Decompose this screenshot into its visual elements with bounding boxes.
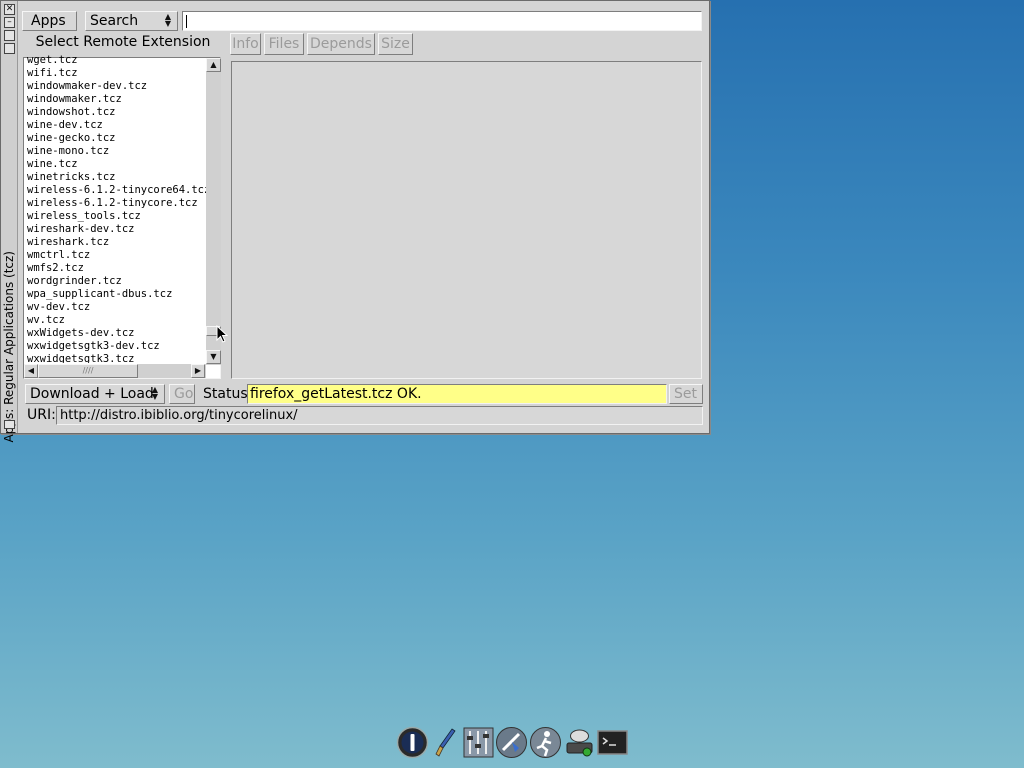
maximize-icon[interactable] <box>4 30 15 41</box>
vertical-scrollbar[interactable]: ▲ ▼ <box>206 58 221 365</box>
list-item[interactable]: wine-dev.tcz <box>26 119 206 132</box>
list-item[interactable]: wxWidgets-dev.tcz <box>26 327 206 340</box>
shade-icon[interactable] <box>4 43 15 54</box>
text-caret <box>186 15 187 28</box>
list-item[interactable]: wv-dev.tcz <box>26 301 206 314</box>
dock <box>394 726 634 762</box>
power-icon[interactable] <box>396 726 429 759</box>
extension-list[interactable]: wget.tcz wifi.tcz windowmaker-dev.tcz windo… <box>23 54 221 379</box>
list-item[interactable]: wxwidgetsgtk3-dev.tcz <box>26 340 206 353</box>
extension-list-items: wget.tcz wifi.tcz windowmaker-dev.tcz windo… <box>26 54 206 363</box>
horizontal-scrollbar[interactable]: ◀ //// ▶ <box>24 364 206 378</box>
list-item[interactable]: wordgrinder.tcz <box>26 275 206 288</box>
list-item[interactable]: windowmaker-dev.tcz <box>26 80 206 93</box>
tab-files[interactable]: Files <box>264 33 304 55</box>
list-item[interactable]: wine.tcz <box>26 158 206 171</box>
list-item[interactable]: wpa_supplicant-dbus.tcz <box>26 288 206 301</box>
minimize-icon[interactable]: – <box>4 17 15 28</box>
resize-handle-icon[interactable] <box>4 420 15 429</box>
list-item[interactable]: wireless-6.1.2-tinycore64.tcz <box>26 184 206 197</box>
download-mode-label: Download + Load <box>30 386 154 402</box>
download-mode-select[interactable]: Download + Load ▲ ▼ <box>25 384 165 404</box>
list-item[interactable]: wireless_tools.tcz <box>26 210 206 223</box>
list-item[interactable]: winetricks.tcz <box>26 171 206 184</box>
horizontal-scroll-thumb[interactable]: //// <box>38 364 138 378</box>
paintbrush-icon[interactable] <box>430 726 463 759</box>
apps-window: ✕ – Apps: Regular Applications (tcz) App… <box>0 0 710 442</box>
list-item[interactable]: wireshark-dev.tcz <box>26 223 206 236</box>
apps-menu-label: Apps <box>31 13 66 29</box>
scroll-up-icon[interactable]: ▲ <box>206 58 221 72</box>
status-field: firefox_getLatest.tcz OK. <box>247 384 667 404</box>
list-item[interactable]: wifi.tcz <box>26 67 206 80</box>
search-mode-select[interactable]: Search ▲ ▼ <box>85 11 178 31</box>
go-button[interactable]: Go <box>169 384 195 404</box>
uri-label: URI: <box>27 407 56 423</box>
scroll-left-icon[interactable]: ◀ <box>24 364 38 378</box>
list-item[interactable]: windowmaker.tcz <box>26 93 206 106</box>
tab-size[interactable]: Size <box>378 33 413 55</box>
list-item[interactable]: wmfs2.tcz <box>26 262 206 275</box>
run-icon[interactable] <box>529 726 562 759</box>
apps-menu-button[interactable]: Apps <box>22 11 77 31</box>
window-title: Apps: Regular Applications (tcz) <box>2 251 16 443</box>
mount-tool-icon[interactable] <box>563 726 596 759</box>
mouse-cursor-icon <box>216 325 228 343</box>
terminal-icon[interactable] <box>596 726 629 759</box>
tab-info[interactable]: Info <box>230 33 261 55</box>
search-mode-label: Search <box>90 13 139 29</box>
list-item[interactable]: wireless-6.1.2-tinycore.tcz <box>26 197 206 210</box>
scroll-down-icon[interactable]: ▼ <box>206 350 221 364</box>
set-button[interactable]: Set <box>669 384 703 404</box>
list-item[interactable]: wireshark.tcz <box>26 236 206 249</box>
go-label: Go <box>174 386 194 402</box>
info-panel <box>231 61 702 379</box>
set-label: Set <box>674 386 697 402</box>
updown-arrows-icon: ▲ ▼ <box>164 12 172 28</box>
control-panel-icon[interactable] <box>462 726 495 759</box>
list-item[interactable]: wv.tcz <box>26 314 206 327</box>
list-item[interactable]: wine-gecko.tcz <box>26 132 206 145</box>
list-item[interactable]: wxwidgetsgtk3.tcz <box>26 353 206 363</box>
list-item[interactable]: wine-mono.tcz <box>26 145 206 158</box>
status-label: Status <box>203 386 248 402</box>
apps-icon[interactable] <box>495 726 528 759</box>
uri-field[interactable]: http://distro.ibiblio.org/tinycorelinux/ <box>56 406 703 425</box>
search-input[interactable] <box>182 11 702 31</box>
list-item[interactable]: windowshot.tcz <box>26 106 206 119</box>
scroll-right-icon[interactable]: ▶ <box>191 364 205 378</box>
list-item[interactable]: wmctrl.tcz <box>26 249 206 262</box>
updown-arrows-icon: ▲ ▼ <box>151 385 159 401</box>
window-titlebar[interactable]: ✕ – Apps: Regular Applications (tcz) <box>1 1 18 442</box>
close-icon[interactable]: ✕ <box>4 4 15 15</box>
tab-depends[interactable]: Depends <box>307 33 375 55</box>
list-item[interactable]: wget.tcz <box>26 54 206 67</box>
list-heading: Select Remote Extension <box>35 34 211 50</box>
